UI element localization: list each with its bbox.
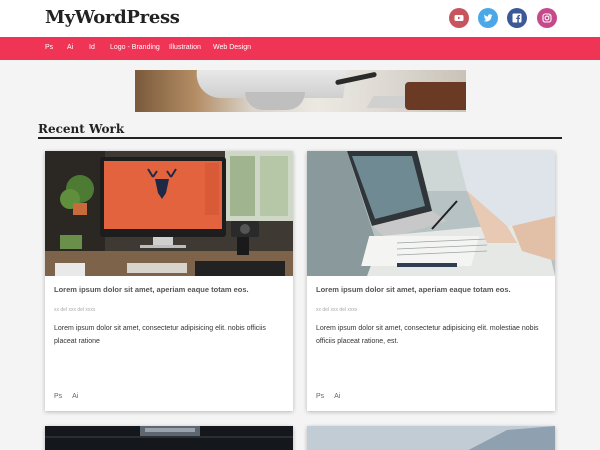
tag-ps[interactable]: Ps (54, 393, 62, 400)
nav-item-illustration[interactable]: Illustration (169, 44, 201, 51)
card-title[interactable]: Lorem ipsum dolor sit amet, aperiam eaqu… (316, 285, 548, 294)
facebook-icon (512, 13, 522, 23)
card-image (45, 426, 293, 450)
tag-ps[interactable]: Ps (316, 393, 324, 400)
card-tags: Ps Ai (316, 393, 350, 400)
card-meta: xx del xxx del xxxx (316, 307, 358, 313)
facebook-link[interactable] (507, 8, 527, 28)
work-card-partial[interactable] (45, 426, 293, 450)
card-tags: Ps Ai (54, 393, 88, 400)
desk-imac-illustration (45, 151, 293, 276)
card-image (307, 426, 555, 450)
work-card[interactable]: Lorem ipsum dolor sit amet, aperiam eaqu… (45, 151, 293, 411)
instagram-link[interactable] (537, 8, 557, 28)
tag-ai[interactable]: Ai (72, 393, 78, 400)
card-meta: xx del xxx del xxxx (54, 307, 96, 313)
card-image[interactable] (45, 151, 293, 276)
banner-stand-shape (245, 92, 305, 110)
work-card-partial[interactable] (307, 426, 555, 450)
card-title[interactable]: Lorem ipsum dolor sit amet, aperiam eaqu… (54, 285, 286, 294)
section-divider (38, 137, 562, 139)
main-nav: Ps Ai Id Logo - Branding Illustration We… (0, 37, 600, 60)
card-image[interactable] (307, 151, 555, 276)
nav-item-id[interactable]: Id (89, 44, 95, 51)
tag-ai[interactable]: Ai (334, 393, 340, 400)
site-header: MyWordPress (0, 0, 600, 37)
youtube-link[interactable] (449, 8, 469, 28)
work-card[interactable]: Lorem ipsum dolor sit amet, aperiam eaqu… (307, 151, 555, 411)
laptop-desk-illustration (307, 151, 555, 276)
nav-item-logo-branding[interactable]: Logo - Branding (110, 44, 160, 51)
card-excerpt: Lorem ipsum dolor sit amet, consectetur … (316, 325, 539, 345)
twitter-link[interactable] (478, 8, 498, 28)
section-title: Recent Work (38, 122, 125, 136)
youtube-icon (454, 15, 464, 21)
twitter-icon (483, 14, 493, 22)
hero-banner (135, 70, 466, 112)
site-title[interactable]: MyWordPress (45, 7, 180, 28)
instagram-icon (542, 13, 552, 23)
nav-item-ps[interactable]: Ps (45, 44, 53, 51)
nav-item-web-design[interactable]: Web Design (213, 44, 251, 51)
banner-wallet-shape (405, 82, 466, 110)
card-excerpt: Lorem ipsum dolor sit amet, consectetur … (54, 325, 266, 345)
nav-item-ai[interactable]: Ai (67, 44, 73, 51)
